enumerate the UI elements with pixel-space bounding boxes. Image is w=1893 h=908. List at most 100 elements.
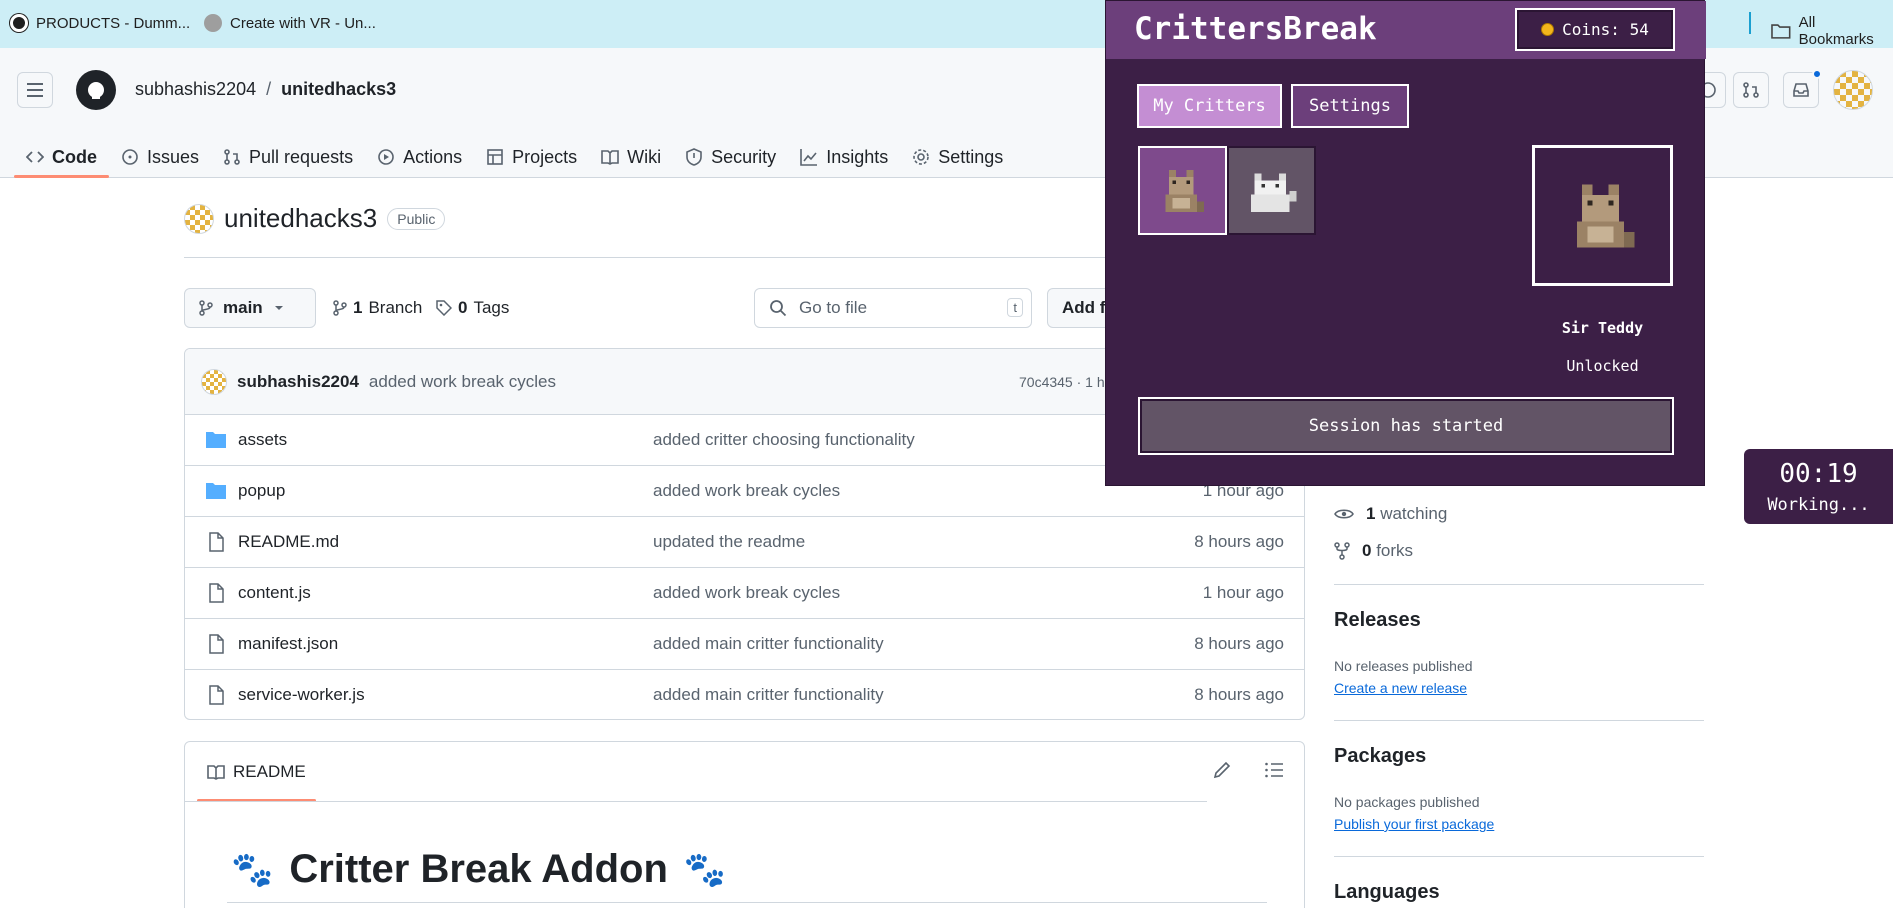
critters-popup: CrittersBreak Coins: 54 My Critters Sett…: [1105, 0, 1706, 486]
file-row[interactable]: manifest.json added main critter function…: [185, 619, 1304, 670]
my-critters-tab[interactable]: My Critters: [1137, 84, 1282, 128]
tab-settings[interactable]: Settings: [900, 136, 1015, 178]
breadcrumb: subhashis2204 / unitedhacks3: [135, 79, 396, 100]
popup-header: CrittersBreak Coins: 54: [1106, 1, 1706, 59]
graph-icon: [800, 149, 818, 166]
readme-tab[interactable]: README: [197, 742, 316, 802]
branch-name: main: [223, 298, 263, 317]
tab-label: Pull requests: [249, 146, 354, 167]
folder-icon: [1771, 24, 1791, 39]
releases-title[interactable]: Releases: [1334, 609, 1421, 632]
watchers-link[interactable]: 1 watching: [1334, 504, 1447, 524]
github-logo-icon[interactable]: [76, 70, 116, 110]
add-file-label: Add f: [1062, 298, 1106, 317]
tags-count: 0: [458, 298, 468, 317]
file-name[interactable]: README.md: [238, 532, 339, 552]
issue-icon: [122, 149, 138, 165]
tab-label: Wiki: [627, 146, 662, 167]
tab-label: Projects: [512, 146, 578, 167]
tag-icon: [436, 300, 452, 316]
tab-pull-requests[interactable]: Pull requests: [211, 136, 365, 178]
tab-security[interactable]: Security: [673, 136, 788, 178]
pencil-icon[interactable]: [1212, 760, 1232, 780]
forks-count: 0: [1362, 541, 1372, 560]
paw-icon: 🐾: [231, 850, 274, 889]
file-name[interactable]: popup: [238, 481, 285, 501]
list-icon[interactable]: [1264, 760, 1284, 780]
file-commit-message[interactable]: added work break cycles: [653, 481, 840, 501]
hamburger-icon: [27, 83, 43, 97]
file-icon: [209, 685, 224, 705]
timer-time: 00:19: [1779, 459, 1858, 489]
file-icon: [209, 634, 224, 654]
tags-label: Tags: [473, 298, 510, 317]
forks-link[interactable]: 0 forks: [1334, 541, 1413, 561]
repo-owner-avatar[interactable]: [184, 203, 214, 234]
file-commit-time: 1 hour ago: [1202, 583, 1284, 602]
go-to-file-input[interactable]: Go to file t: [754, 288, 1032, 328]
commit-message[interactable]: added work break cycles: [369, 372, 556, 392]
commit-author-avatar[interactable]: [201, 368, 227, 395]
paw-icon: 🐾: [683, 850, 727, 889]
tab-label: Insights: [826, 146, 889, 167]
commit-sha[interactable]: 70c4345 · 1 h: [1019, 374, 1105, 390]
branch-selector[interactable]: main: [184, 288, 316, 328]
bookmarks-separator: [1749, 12, 1751, 34]
forks-label: forks: [1376, 541, 1414, 560]
file-name[interactable]: manifest.json: [238, 634, 338, 654]
create-release-link[interactable]: Create a new release: [1334, 680, 1467, 696]
packages-title[interactable]: Packages: [1334, 745, 1426, 768]
tab-issues[interactable]: Issues: [109, 136, 211, 178]
file-name[interactable]: assets: [238, 430, 287, 450]
inbox-button[interactable]: [1783, 69, 1822, 108]
coins-label: Coins: 54: [1562, 20, 1649, 39]
bookmark-create-vr[interactable]: Create with VR - Un...: [204, 14, 376, 32]
file-name[interactable]: content.js: [238, 583, 311, 603]
settings-tab[interactable]: Settings: [1291, 84, 1409, 128]
tab-insights[interactable]: Insights: [788, 136, 900, 178]
repo-title: unitedhacks3 Public: [184, 203, 446, 234]
critter-name: Sir Teddy: [1561, 319, 1644, 337]
bookmark-products[interactable]: PRODUCTS - Dumm...: [10, 14, 190, 32]
bookmark-label: Create with VR - Un...: [230, 14, 376, 32]
user-avatar[interactable]: [1833, 70, 1873, 110]
languages-title: Languages: [1334, 881, 1440, 903]
file-row[interactable]: README.md updated the readme 8 hours ago: [185, 517, 1304, 568]
code-icon: [26, 151, 44, 163]
critter-slot-dog[interactable]: [1227, 146, 1316, 235]
branches-link[interactable]: 1 Branch: [333, 298, 422, 318]
timer-widget[interactable]: 00:19 Working...: [1744, 449, 1893, 524]
file-commit-message[interactable]: added main critter functionality: [653, 685, 884, 705]
inbox-icon: [1793, 83, 1809, 97]
critter-slot-cat[interactable]: [1138, 146, 1227, 235]
cat-sprite-icon: [1165, 169, 1204, 212]
critter-status: Unlocked: [1566, 357, 1639, 375]
menu-button[interactable]: [17, 72, 53, 108]
pull-request-icon: [224, 149, 240, 165]
session-button[interactable]: Session has started: [1138, 397, 1674, 455]
file-commit-message[interactable]: added main critter functionality: [653, 634, 884, 654]
all-bookmarks-button[interactable]: All Bookmarks: [1771, 14, 1893, 48]
file-row[interactable]: service-worker.js added main critter func…: [185, 670, 1304, 719]
tab-projects[interactable]: Projects: [474, 136, 589, 178]
tab-actions[interactable]: Actions: [365, 136, 474, 178]
pull-requests-button[interactable]: [1733, 72, 1769, 108]
tab-label: Settings: [938, 146, 1004, 167]
tab-code[interactable]: Code: [14, 136, 109, 178]
commit-author[interactable]: subhashis2204: [237, 372, 359, 392]
readme-panel: README 🐾 Critter Break Addon 🐾: [184, 741, 1305, 908]
repo-link[interactable]: unitedhacks3: [281, 79, 396, 100]
shield-icon: [686, 148, 702, 166]
tags-link[interactable]: 0 Tags: [436, 298, 509, 318]
file-commit-message[interactable]: updated the readme: [653, 532, 805, 552]
file-row[interactable]: content.js added work break cycles 1 hour …: [185, 568, 1304, 619]
repo-name[interactable]: unitedhacks3: [224, 203, 377, 234]
tab-wiki[interactable]: Wiki: [589, 136, 673, 178]
file-commit-message[interactable]: added critter choosing functionality: [653, 430, 915, 450]
tab-label: Actions: [403, 146, 463, 167]
file-name[interactable]: service-worker.js: [238, 685, 365, 705]
owner-link[interactable]: subhashis2204: [135, 79, 256, 100]
publish-package-link[interactable]: Publish your first package: [1334, 816, 1494, 832]
table-icon: [487, 149, 503, 165]
file-commit-message[interactable]: added work break cycles: [653, 583, 840, 603]
